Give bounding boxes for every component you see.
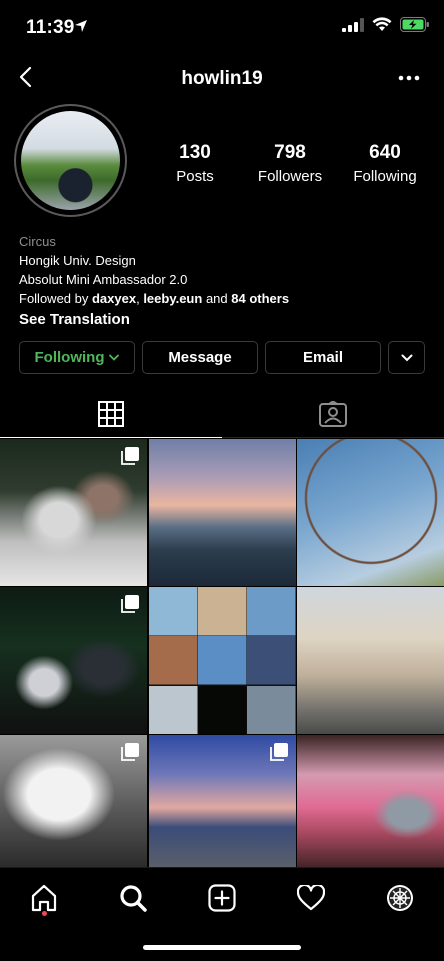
followers-stat[interactable]: 798 Followers <box>245 142 335 185</box>
profile-bio: Circus Hongik Univ. Design Absolut Mini … <box>19 232 429 329</box>
home-icon <box>31 884 57 912</box>
search-icon <box>120 885 147 912</box>
profile-category: Circus <box>19 234 56 249</box>
tab-posts-grid[interactable] <box>0 390 222 438</box>
bottom-tab-bar <box>0 867 444 961</box>
mutual-follower-link[interactable]: leeby.eun <box>143 291 202 306</box>
followed-by-prefix: Followed by <box>19 291 92 306</box>
bio-line: Hongik Univ. Design <box>19 253 136 268</box>
more-horizontal-icon <box>398 75 420 81</box>
chevron-down-icon <box>401 354 412 361</box>
post-thumbnail[interactable] <box>297 735 444 867</box>
post-thumbnail[interactable] <box>0 735 147 867</box>
profile-stats: 130 Posts 798 Followers 640 Following <box>150 142 430 185</box>
posts-stat[interactable]: 130 Posts <box>150 142 240 185</box>
post-thumbnail[interactable] <box>297 587 444 734</box>
profile-action-buttons: Following Message Email <box>19 341 425 374</box>
nav-activity[interactable] <box>291 878 331 918</box>
message-button[interactable]: Message <box>142 341 258 374</box>
grid-icon <box>98 400 124 427</box>
following-button[interactable]: Following <box>19 341 135 374</box>
nav-search[interactable] <box>113 878 153 918</box>
battery-charging-icon <box>400 17 429 32</box>
post-thumbnail[interactable] <box>0 439 147 586</box>
profile-avatar-icon <box>387 885 413 911</box>
followed-by-and: and <box>202 291 232 306</box>
followers-count: 798 <box>274 142 306 163</box>
posts-grid <box>0 439 444 867</box>
profile-username: howlin19 <box>181 68 263 89</box>
following-label: Following <box>353 168 417 185</box>
post-thumbnail[interactable] <box>148 587 296 734</box>
followed-by-text[interactable]: Followed by daxyex, leeby.eun and 84 oth… <box>19 289 429 308</box>
following-button-label: Following <box>34 349 105 366</box>
nav-new-post[interactable] <box>202 878 242 918</box>
email-button[interactable]: Email <box>265 341 381 374</box>
bio-line: Absolut Mini Ambassador 2.0 <box>19 272 188 287</box>
tab-tagged[interactable] <box>222 390 444 438</box>
tagged-person-icon <box>319 400 347 427</box>
posts-label: Posts <box>176 168 214 185</box>
status-time: 11:39 <box>26 17 75 38</box>
more-options-button[interactable] <box>394 66 424 90</box>
avatar <box>21 111 120 210</box>
wifi-icon <box>372 17 392 31</box>
post-thumbnail[interactable] <box>297 439 444 586</box>
post-thumbnail[interactable] <box>148 735 296 867</box>
cellular-signal-icon <box>342 17 364 32</box>
profile-avatar-ring[interactable] <box>14 104 127 217</box>
multiple-photos-icon <box>121 595 139 613</box>
nav-profile[interactable] <box>380 878 420 918</box>
home-indicator[interactable] <box>143 945 301 950</box>
status-bar: 11:39 <box>0 0 444 56</box>
followers-label: Followers <box>257 168 323 185</box>
mutual-followers-others-link[interactable]: 84 others <box>231 291 289 306</box>
mutual-follower-link[interactable]: daxyex <box>92 291 136 306</box>
suggested-accounts-button[interactable] <box>388 341 425 374</box>
new-post-icon <box>208 884 236 912</box>
email-button-label: Email <box>302 349 344 366</box>
multiple-photos-icon <box>269 743 288 761</box>
see-translation-link[interactable]: See Translation <box>19 310 429 329</box>
posts-count: 130 <box>179 142 211 163</box>
location-arrow-icon <box>75 20 87 32</box>
heart-icon <box>297 885 325 911</box>
multiple-photos-icon <box>121 447 139 465</box>
post-thumbnail[interactable] <box>0 587 147 734</box>
profile-nav-bar: howlin19 <box>0 56 444 100</box>
message-button-label: Message <box>168 349 232 366</box>
chevron-down-icon <box>109 354 120 361</box>
multiple-photos-icon <box>121 743 139 761</box>
following-stat[interactable]: 640 Following <box>340 142 430 185</box>
post-thumbnail[interactable] <box>148 439 296 586</box>
following-count: 640 <box>369 142 401 163</box>
profile-tabs <box>0 390 444 438</box>
notification-dot <box>42 911 47 916</box>
